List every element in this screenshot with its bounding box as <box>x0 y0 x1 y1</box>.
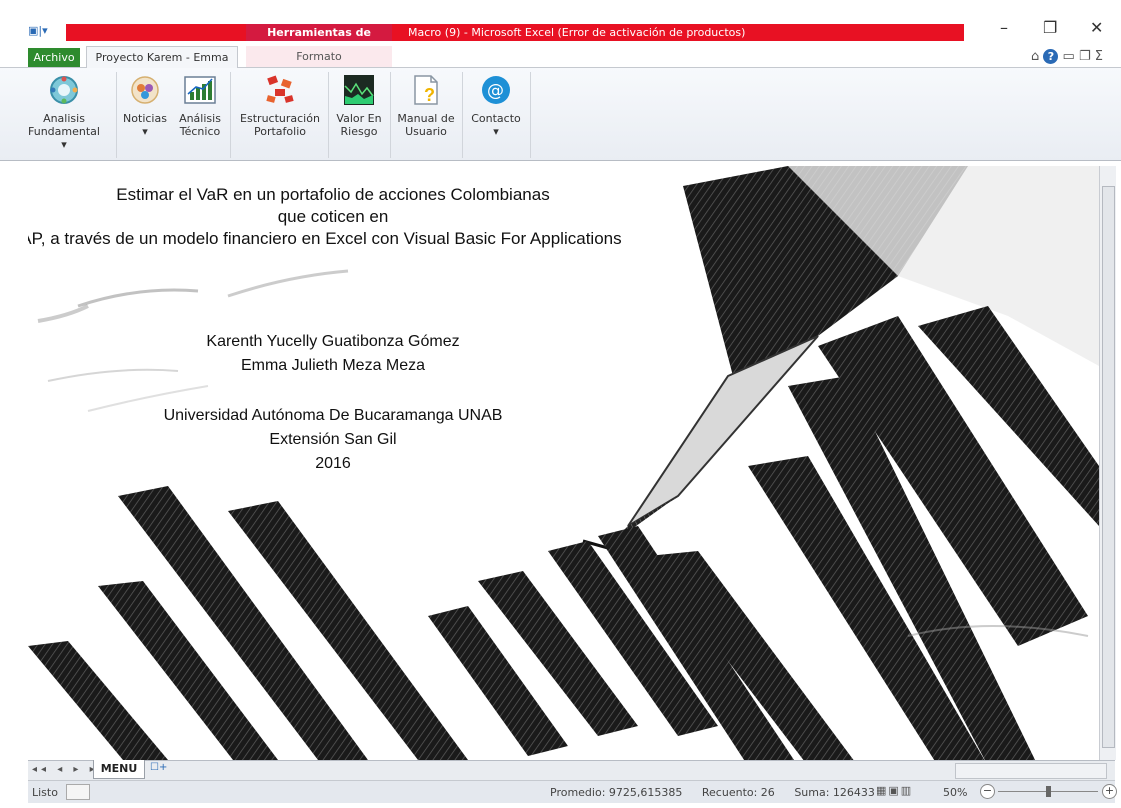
news-icon <box>129 74 161 106</box>
analisis-tecnico-label-2: Técnico <box>179 125 221 138</box>
noticias-label: Noticias <box>123 112 167 125</box>
estructuracion-label-1: Estructuración <box>240 112 320 125</box>
window-restore-icon[interactable]: ❐ <box>1079 49 1091 64</box>
contacto-dropdown-arrow: ▾ <box>493 125 499 138</box>
status-count: Recuento: 26 <box>701 786 775 799</box>
status-sum: Suma: 126433 <box>794 786 875 799</box>
author-2: Emma Julieth Meza Meza <box>240 357 426 374</box>
insert-sheet-icon[interactable]: ☐+ <box>150 762 172 776</box>
campus-name: Extensión San Gil <box>269 431 397 448</box>
status-average: Promedio: 9725,615385 <box>550 786 683 799</box>
selection-stats: Promedio: 9725,615385 Recuento: 26 Suma:… <box>550 786 891 799</box>
university-name: Universidad Autónoma De Bucaramanga UNAB <box>163 407 503 424</box>
ribbon-separator <box>530 72 531 158</box>
svg-text:?: ? <box>424 85 435 105</box>
close-button[interactable]: ✕ <box>1090 18 1103 37</box>
sheet-tab-menu[interactable]: MENU <box>93 760 145 779</box>
collapse-ribbon-icon[interactable]: ⌂ <box>1031 49 1039 64</box>
manual-usuario-button[interactable]: ? Manual de Usuario <box>394 74 458 138</box>
zoom-out-button[interactable]: − <box>980 784 995 799</box>
vertical-scrollbar-thumb[interactable] <box>1102 186 1115 748</box>
ribbon-separator <box>390 72 391 158</box>
valor-en-riesgo-label-1: Valor En <box>336 112 382 125</box>
noticias-dropdown-arrow: ▾ <box>142 125 148 138</box>
zoom-slider-thumb[interactable] <box>1046 786 1051 797</box>
ribbon-separator <box>116 72 117 158</box>
manual-label-2: Usuario <box>405 125 447 138</box>
chart-icon <box>184 74 216 106</box>
ribbon-separator <box>462 72 463 158</box>
help-icon[interactable]: ? <box>1043 49 1059 64</box>
svg-text:@: @ <box>487 81 504 101</box>
zoom-in-button[interactable]: + <box>1102 784 1117 799</box>
estructuracion-label-2: Portafolio <box>254 125 306 138</box>
year: 2016 <box>315 455 351 472</box>
analisis-tecnico-button[interactable]: Análisis Técnico <box>176 74 224 138</box>
vertical-scrollbar[interactable] <box>1099 166 1116 760</box>
at-icon: @ <box>480 74 512 106</box>
worksheet-area[interactable]: Estimar el VaR en un portafolio de accio… <box>28 166 1099 760</box>
title-line-1: Estimar el VaR en un portafolio de accio… <box>116 185 550 204</box>
manual-label-1: Manual de <box>397 112 455 125</box>
valor-en-riesgo-button[interactable]: Valor En Riesgo <box>332 74 386 138</box>
author-1: Karenth Yucelly Guatibonza Gómez <box>206 333 460 350</box>
risk-chart-icon <box>343 74 375 106</box>
view-buttons[interactable]: ▦▣▥ <box>876 784 913 797</box>
analisis-fundamental-label-2: Fundamental ▾ <box>28 125 100 151</box>
ribbon-separator <box>230 72 231 158</box>
context-tab-group-label: Herramientas de imagen <box>246 24 392 56</box>
macro-record-icon[interactable] <box>66 784 90 800</box>
analisis-fundamental-label-1: Analisis <box>43 112 85 125</box>
sum-icon[interactable]: Σ <box>1095 49 1103 64</box>
ribbon-right-controls: ⌂ ? ▭ ❐ Σ <box>1031 46 1103 67</box>
title-line-2: que coticen en <box>277 207 389 226</box>
structure-icon <box>264 74 296 106</box>
window-title: Macro (9) - Microsoft Excel (Error de ac… <box>408 26 746 39</box>
status-ready: Listo <box>32 786 58 799</box>
analisis-fundamental-button[interactable]: Analisis Fundamental ▾ <box>28 74 100 151</box>
contacto-label: Contacto <box>471 112 521 125</box>
valor-en-riesgo-label-2: Riesgo <box>340 125 378 138</box>
analisis-tecnico-label-1: Análisis <box>179 112 221 125</box>
tab-formato[interactable]: Formato <box>246 46 392 67</box>
window-min-icon[interactable]: ▭ <box>1063 49 1075 64</box>
minimize-button[interactable]: – <box>1000 18 1008 37</box>
estructuracion-portafolio-button[interactable]: Estructuración Portafolio <box>234 74 326 138</box>
noticias-button[interactable]: Noticias ▾ <box>120 74 170 138</box>
title-line-3: CAP, a través de un modelo financiero en… <box>28 229 622 248</box>
horizontal-scrollbar[interactable] <box>955 763 1107 779</box>
restore-button[interactable]: ❐ <box>1043 18 1057 37</box>
manual-icon: ? <box>410 74 442 106</box>
zoom-level[interactable]: 50% <box>943 786 967 799</box>
globe-icon <box>48 74 80 106</box>
tab-proyecto[interactable]: Proyecto Karem - Emma <box>86 46 238 68</box>
ribbon-separator <box>328 72 329 158</box>
sheet-tab-bar <box>28 760 1115 781</box>
quick-access-toolbar[interactable]: ▣|▾ <box>28 24 48 37</box>
contacto-button[interactable]: @ Contacto ▾ <box>466 74 526 138</box>
status-bar: Listo Promedio: 9725,615385 Recuento: 26… <box>28 780 1117 803</box>
tab-file[interactable]: Archivo <box>28 48 80 67</box>
